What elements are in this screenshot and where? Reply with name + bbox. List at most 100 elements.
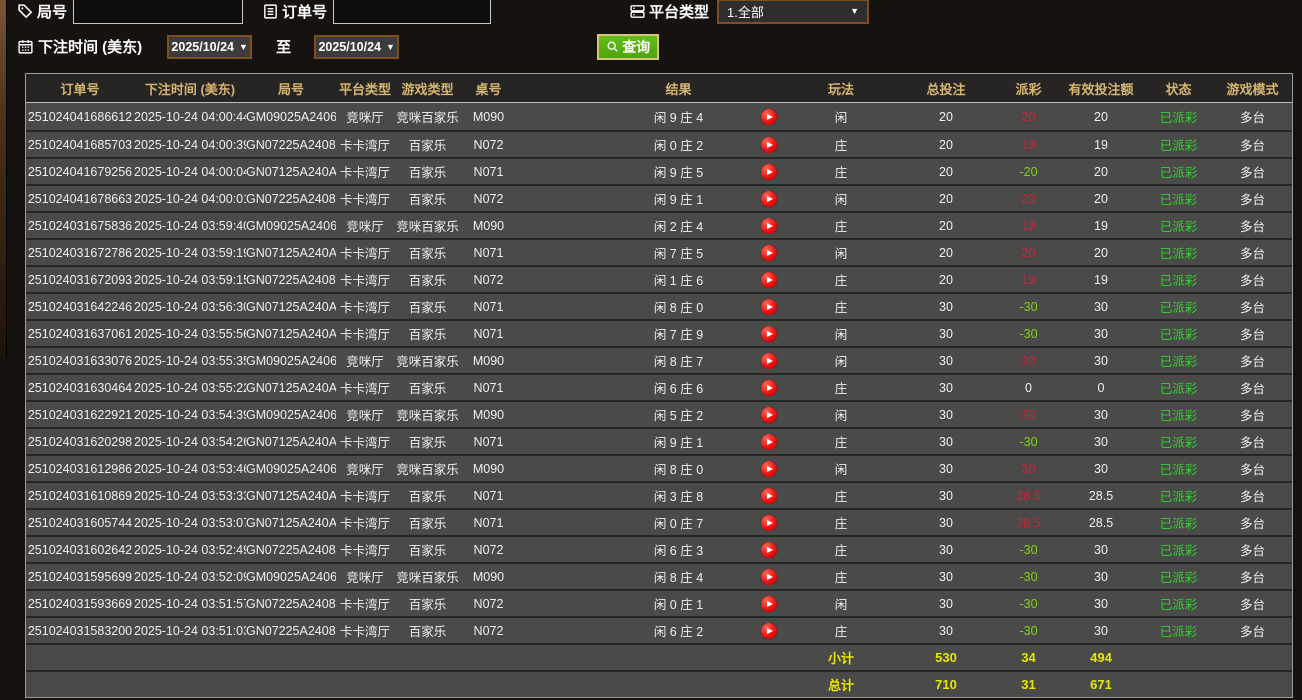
cell-status: 已派彩 <box>1159 382 1198 396</box>
cell-bet-time: 2025-10-24 03:52:49 <box>134 542 246 557</box>
cell-play-type: 庄 <box>834 301 848 315</box>
cell-bet-time: 2025-10-24 03:56:30 <box>134 299 246 314</box>
play-video-button[interactable] <box>760 190 777 207</box>
header-valid-bet: 有效投注额 <box>1068 81 1134 97</box>
cell-total-bet: 30 <box>939 380 953 395</box>
total-label: 总计 <box>827 678 854 693</box>
table-row: 251024031675836 2025-10-24 03:59:40 GM09… <box>26 211 1292 238</box>
cell-game-mode: 多台 <box>1239 220 1265 234</box>
play-video-button[interactable] <box>760 433 777 450</box>
play-video-button[interactable] <box>760 622 777 639</box>
play-video-button[interactable] <box>760 217 777 234</box>
cell-game-type: 百家乐 <box>408 544 447 558</box>
cell-status: 已派彩 <box>1159 463 1198 477</box>
cell-table-number: M090 <box>472 461 505 476</box>
cell-valid-bet: 19 <box>1094 272 1108 287</box>
cell-status: 已派彩 <box>1159 193 1198 207</box>
cell-game-mode: 多台 <box>1239 490 1265 504</box>
cell-play <box>746 298 791 315</box>
cell-game-mode: 多台 <box>1239 544 1265 558</box>
cell-round-id: GN07125A240AP <box>246 380 336 395</box>
cell-platform-type: 卡卡湾厅 <box>339 490 390 504</box>
cell-play-type: 庄 <box>834 517 848 531</box>
play-video-button[interactable] <box>760 136 777 153</box>
order-number-input[interactable] <box>333 0 492 24</box>
cell-round-id: GN07225A2408S <box>246 542 336 557</box>
play-video-button[interactable] <box>760 325 777 342</box>
cell-order-id: 251024031622921 <box>27 407 133 422</box>
cell-play-type: 庄 <box>834 166 848 180</box>
date-from-select[interactable]: 2025/10/24 ▼ <box>167 34 253 59</box>
cell-table-number: N071 <box>473 164 504 179</box>
cell-valid-bet: 30 <box>1094 353 1108 368</box>
cell-game-type: 百家乐 <box>408 139 447 153</box>
header-platform-type: 平台类型 <box>338 81 391 97</box>
platform-type-label: 平台类型 <box>649 3 710 21</box>
cell-bet-time: 2025-10-24 03:54:39 <box>134 407 246 422</box>
cell-table-number: M090 <box>472 353 505 368</box>
cell-payout: -30 <box>1019 299 1038 314</box>
cell-platform-type: 卡卡湾厅 <box>339 544 390 558</box>
cell-result: 闲 6 庄 2 <box>653 625 704 639</box>
cell-status: 已派彩 <box>1159 436 1198 450</box>
play-video-button[interactable] <box>760 163 777 180</box>
play-video-button[interactable] <box>760 244 777 261</box>
play-video-button[interactable] <box>760 487 777 504</box>
cell-platform-type: 卡卡湾厅 <box>339 301 390 315</box>
play-video-button[interactable] <box>760 108 777 125</box>
cell-platform-type: 竞咪厅 <box>346 220 384 234</box>
round-number-input[interactable] <box>73 0 244 24</box>
cell-order-id: 251024041679256 <box>27 164 133 179</box>
cell-round-id: GN07225A2408Y <box>246 191 336 206</box>
header-order-id: 订单号 <box>60 81 100 97</box>
cell-round-id: GM09025A24066 <box>246 353 336 368</box>
play-video-button[interactable] <box>760 271 777 288</box>
subtotal-row: 小计 530 34 494 <box>26 643 1292 670</box>
cell-order-id: 251024031672786 <box>27 245 133 260</box>
cell-valid-bet: 20 <box>1094 164 1108 179</box>
play-video-button[interactable] <box>760 460 777 477</box>
cell-play <box>746 541 791 558</box>
cell-platform-type: 卡卡湾厅 <box>339 193 390 207</box>
cell-bet-time: 2025-10-24 03:54:26 <box>134 434 246 449</box>
cell-game-mode: 多台 <box>1239 355 1265 369</box>
cell-bet-time: 2025-10-24 03:51:57 <box>134 596 246 611</box>
filter-bar: 局号 订单号 平台类型 1.全部 ▼ 下注时间 (美东) 2025/10/24 ▼… <box>0 0 1302 60</box>
cell-round-id: GN07225A2408X <box>246 272 336 287</box>
cell-platform-type: 卡卡湾厅 <box>339 166 390 180</box>
subtotal-total-bet: 530 <box>935 650 957 665</box>
table-row: 251024031633076 2025-10-24 03:55:35 GM09… <box>26 346 1292 373</box>
cell-result: 闲 7 庄 9 <box>653 328 704 342</box>
cell-result: 闲 8 庄 4 <box>653 571 704 585</box>
chevron-down-icon: ▼ <box>238 41 248 52</box>
play-video-button[interactable] <box>760 406 777 423</box>
cell-order-id: 251024031633076 <box>27 353 133 368</box>
date-to-select[interactable]: 2025/10/24 ▼ <box>314 34 400 59</box>
cell-order-id: 251024041685703 <box>27 137 133 152</box>
cell-valid-bet: 19 <box>1094 218 1108 233</box>
cell-round-id: GN07225A2408Z <box>246 137 336 152</box>
cell-round-id: GN07125A240AN <box>246 434 336 449</box>
query-button[interactable]: 查询 <box>597 33 660 60</box>
platform-type-select[interactable]: 1.全部 ▼ <box>717 0 870 24</box>
play-video-button[interactable] <box>760 298 777 315</box>
cell-total-bet: 30 <box>939 569 953 584</box>
cell-bet-time: 2025-10-24 03:59:40 <box>134 218 246 233</box>
play-video-button[interactable] <box>760 541 777 558</box>
cell-game-type: 百家乐 <box>408 436 447 450</box>
play-video-button[interactable] <box>760 514 777 531</box>
play-video-button[interactable] <box>760 568 777 585</box>
cell-valid-bet: 30 <box>1094 596 1108 611</box>
subtotal-valid-bet: 494 <box>1090 650 1112 665</box>
cell-status: 已派彩 <box>1159 355 1198 369</box>
cell-platform-type: 卡卡湾厅 <box>339 382 390 396</box>
cell-order-id: 251024031605744 <box>27 515 133 530</box>
cell-status: 已派彩 <box>1159 274 1198 288</box>
play-video-button[interactable] <box>760 595 777 612</box>
cell-table-number: N071 <box>473 245 504 260</box>
play-video-button[interactable] <box>760 379 777 396</box>
cell-valid-bet: 30 <box>1094 299 1108 314</box>
cell-round-id: GN07125A240AK <box>246 515 336 530</box>
play-video-button[interactable] <box>760 352 777 369</box>
cell-bet-time: 2025-10-24 04:00:44 <box>134 109 246 124</box>
